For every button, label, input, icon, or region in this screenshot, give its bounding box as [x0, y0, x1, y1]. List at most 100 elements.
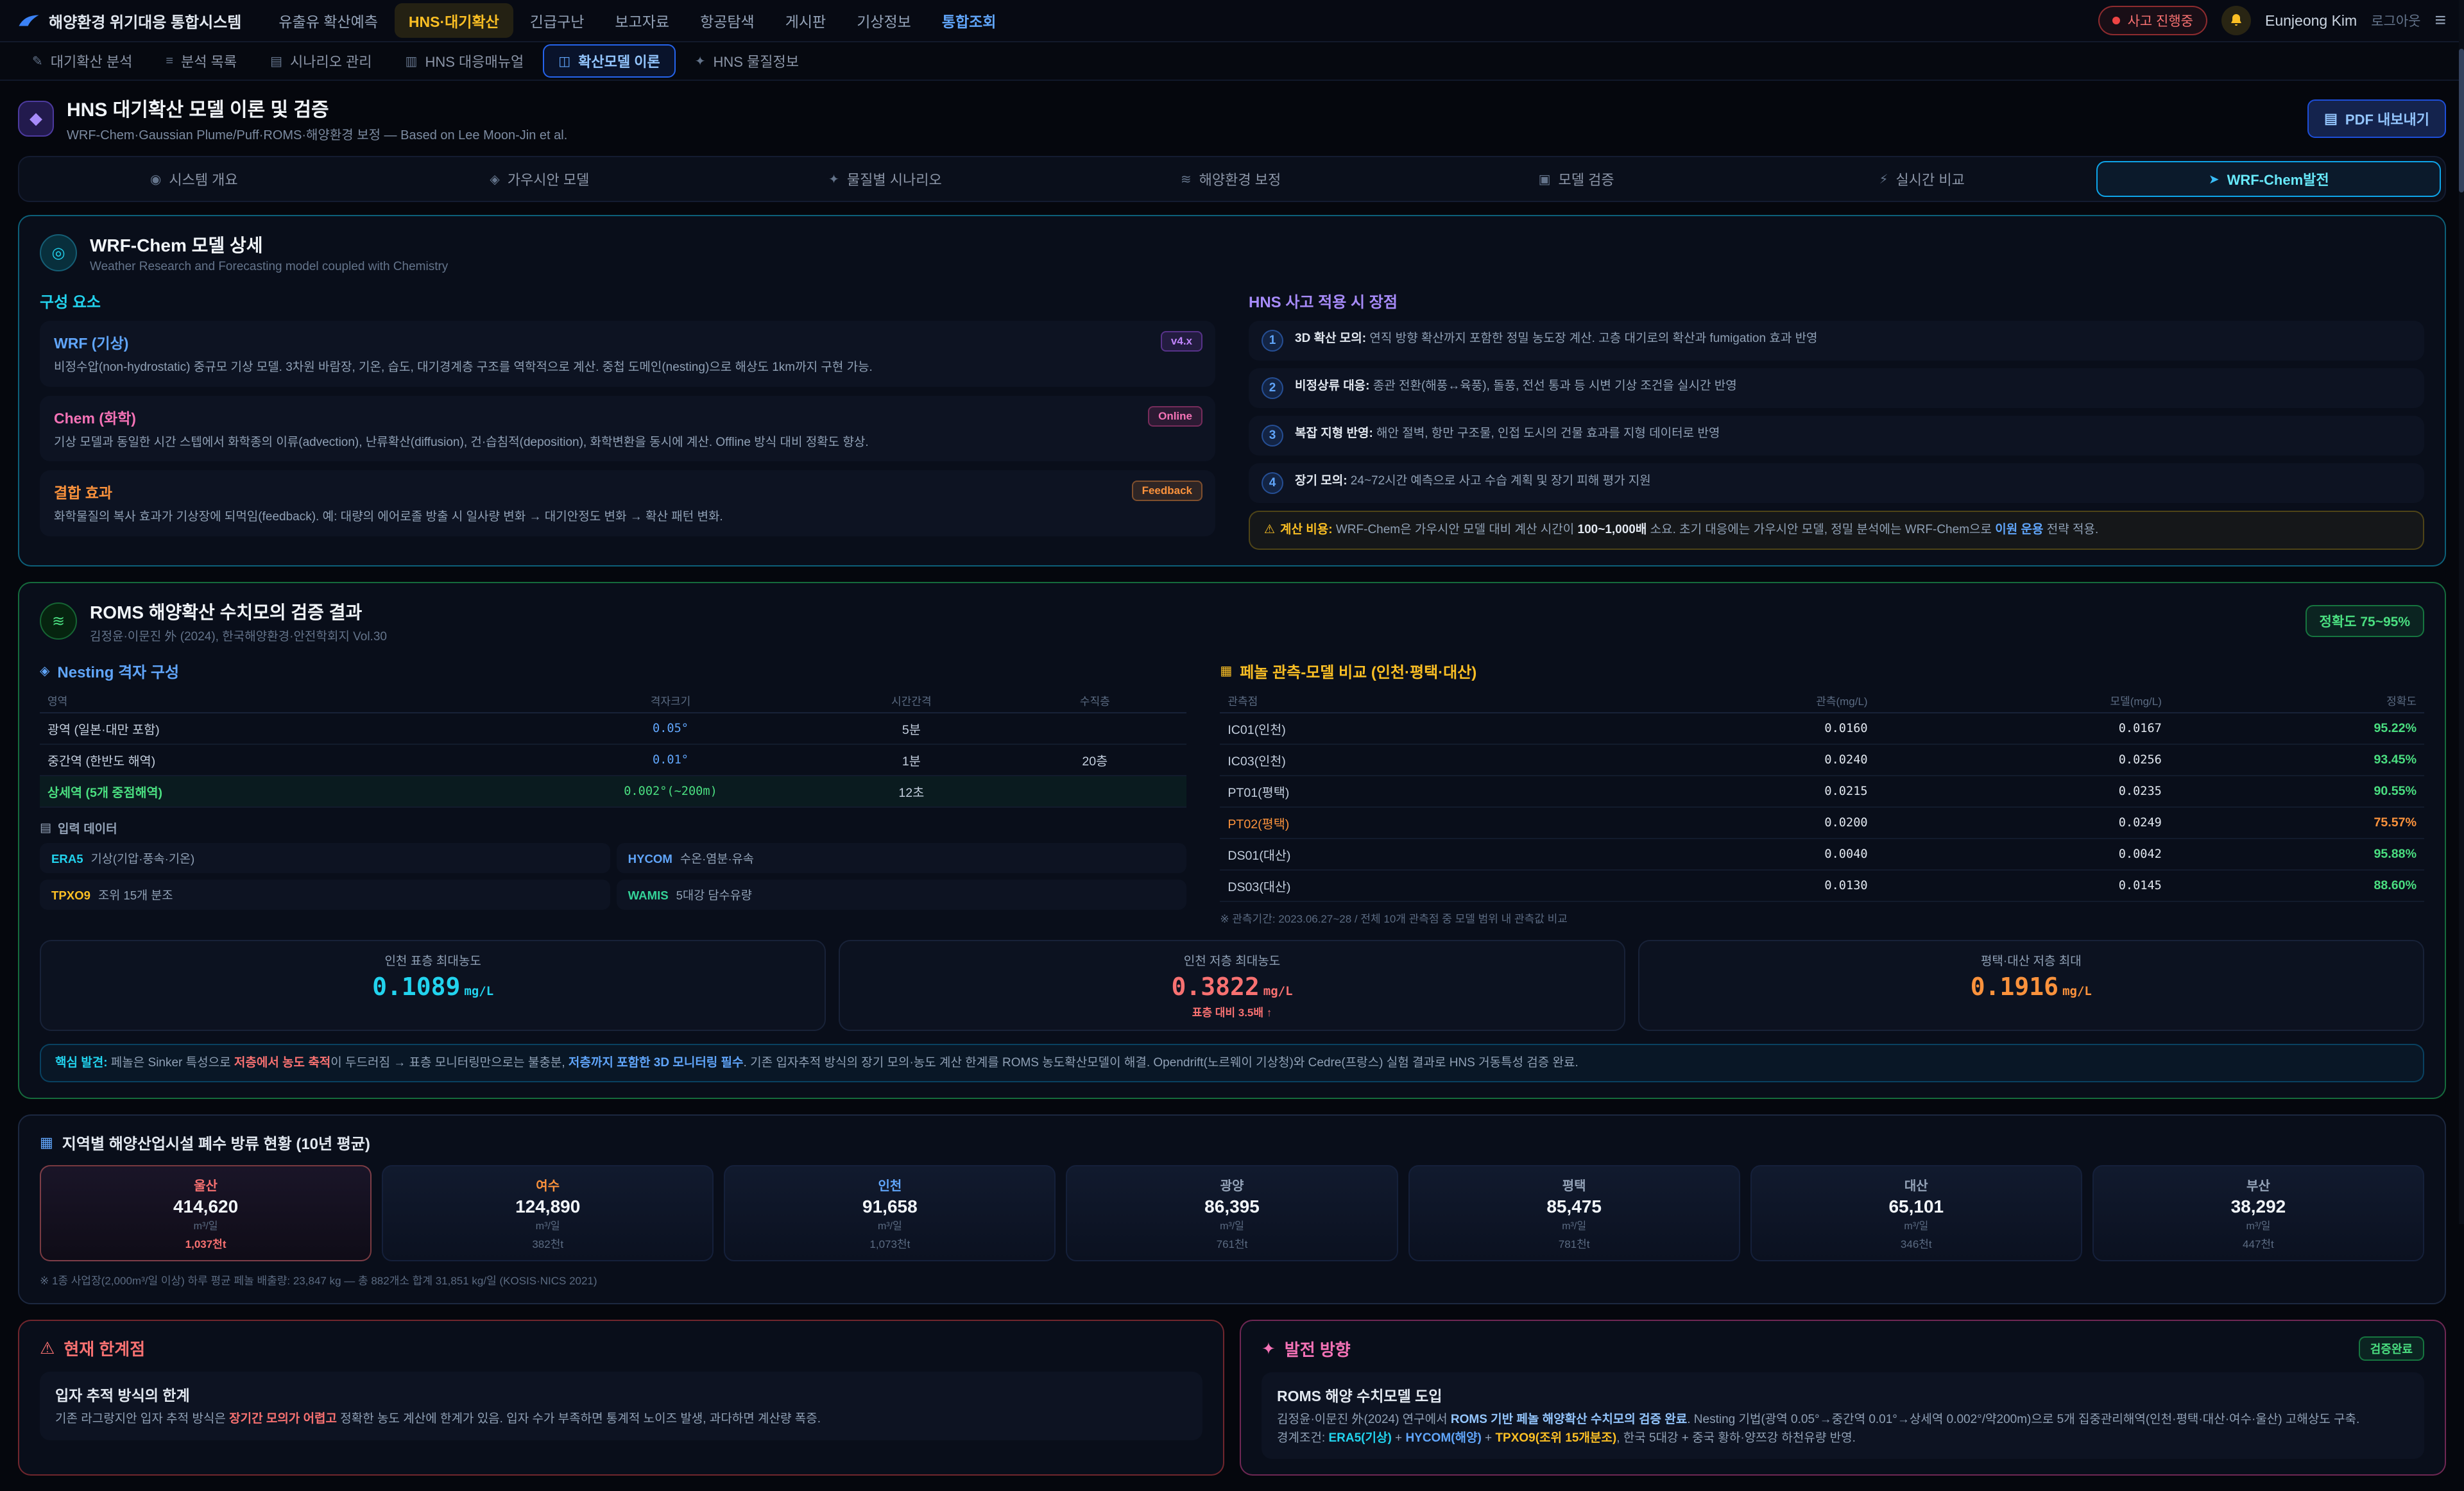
city-label: 부산	[2101, 1175, 2415, 1194]
subnav-analysis-list[interactable]: ≡분석 목록	[151, 46, 251, 76]
input-data-heading: ▤입력 데이터	[40, 819, 1186, 837]
discharge-value: 85,475	[1417, 1197, 1731, 1217]
subnav-dispersion-analysis[interactable]: ✎대기확산 분석	[18, 46, 146, 76]
input-desc: 기상(기압·풍속·기온)	[91, 852, 195, 865]
subnav-hns-substance-info[interactable]: ✦HNS 물질정보	[681, 46, 813, 76]
tab-label: 해양환경 보정	[1199, 169, 1281, 189]
discharge-tonnage: 781천t	[1417, 1235, 1731, 1251]
advantage-title: 장기 모의:	[1295, 474, 1348, 488]
hycom-label: HYCOM	[628, 852, 672, 865]
notifications-button[interactable]	[2221, 6, 2251, 35]
future-heading: ✦ 발전 방향 검증완료	[1262, 1336, 2424, 1361]
page-header: ◆ HNS 대기확산 모델 이론 및 검증 WRF-Chem·Gaussian …	[0, 81, 2464, 151]
column-header: 관측점	[1220, 688, 1581, 713]
stat-annotation: 표층 대비 3.5배 ↑	[853, 1003, 1611, 1019]
station-cell: PT02(평택)	[1220, 807, 1581, 839]
hamburger-menu-icon[interactable]: ≡	[2434, 11, 2446, 30]
database-icon: ▤	[40, 821, 51, 835]
advantage-body: 연직 방향 확산까지 포함한 정밀 농도장 계산. 고층 대기로의 확산과 fu…	[1366, 332, 1817, 345]
table-row: IC01(인천)0.01600.016795.22%	[1220, 713, 2424, 744]
nav-aerial-search[interactable]: 항공탐색	[686, 3, 769, 38]
discharge-tonnage: 761천t	[1075, 1235, 1389, 1251]
interval-cell: 1분	[819, 744, 1003, 776]
discharge-unit: m³/일	[2101, 1217, 2415, 1232]
finding-label: 핵심 발견:	[55, 1056, 108, 1069]
pdf-export-button[interactable]: ▤ PDF 내보내기	[2307, 99, 2446, 138]
scrollbar-thumb[interactable]	[2459, 49, 2464, 192]
section-tabs: ◉시스템 개요 ◈가우시안 모델 ✦물질별 시나리오 ≋ 해양환경 보정 ▣모델 …	[18, 156, 2446, 202]
tab-model-validation[interactable]: ▣모델 검증	[1405, 161, 1747, 197]
logout-button[interactable]: 로그아웃	[2371, 11, 2420, 30]
discharge-card-yeosu: 여수 124,890 m³/일 382천t	[382, 1165, 714, 1261]
app-logo[interactable]: 해양환경 위기대응 통합시스템	[18, 10, 241, 32]
finding-text: . 기존 입자추적 방식의 장기 모의·농도 계산 한계를 ROMS 농도확산모…	[744, 1056, 1579, 1069]
layers-cell: 20층	[1003, 744, 1186, 776]
stat-unit: mg/L	[1263, 984, 1293, 998]
future-text: 김정윤·이문진 外(2024) 연구에서	[1277, 1413, 1451, 1426]
tab-gaussian-model[interactable]: ◈가우시안 모델	[369, 161, 711, 197]
ocean-model-icon: ≋	[40, 602, 77, 640]
warning-emphasis: 100~1,000배	[1578, 523, 1647, 536]
wave-icon: ≋	[1181, 171, 1192, 187]
nav-weather-info[interactable]: 기상정보	[843, 3, 925, 38]
discharge-value: 124,890	[391, 1197, 705, 1217]
future-text: +	[1392, 1431, 1406, 1445]
nesting-title: Nesting 격자 구성	[57, 660, 179, 682]
model-cell: 0.0042	[1876, 839, 2169, 870]
nesting-heading: ◈Nesting 격자 구성	[40, 660, 1186, 682]
table-row-highlighted: 상세역 (5개 중점해역) 0.002°(~200m) 12초	[40, 776, 1186, 807]
input-wamis: WAMIS5대강 담수유량	[617, 880, 1187, 910]
incident-status-badge[interactable]: 사고 진행중	[2098, 6, 2207, 35]
future-direction-card: ✦ 발전 방향 검증완료 ROMS 해양 수치모델 도입 김정윤·이문진 外(2…	[1240, 1320, 2446, 1476]
subnav-label: HNS 물질정보	[713, 51, 799, 71]
nav-oil-spill-forecast[interactable]: 유출유 확산예측	[264, 3, 392, 38]
discharge-card-pyeongtaek: 평택 85,475 m³/일 781천t	[1408, 1165, 1740, 1261]
step-number: 3	[1262, 425, 1283, 447]
finding-emphasis-blue: 저층까지 포함한 3D 모니터링 필수	[569, 1056, 744, 1069]
city-label: 인천	[733, 1175, 1047, 1194]
nav-integrated-search[interactable]: 통합조회	[928, 3, 1011, 38]
pin-icon: ✦	[1262, 1339, 1276, 1359]
nav-reports[interactable]: 보고자료	[601, 3, 683, 38]
key-finding-note: 핵심 발견: 페놀은 Sinker 특성으로 저층에서 농도 축적이 두드러짐 …	[40, 1044, 2424, 1083]
model-icon: ◫	[558, 53, 570, 69]
nav-board[interactable]: 게시판	[771, 3, 840, 38]
subnav-scenario-management[interactable]: ▤시나리오 관리	[256, 46, 386, 76]
limitations-title: 현재 한계점	[64, 1336, 145, 1360]
tab-substance-scenarios[interactable]: ✦물질별 시나리오	[714, 161, 1056, 197]
component-name: 결합 효과	[54, 484, 112, 501]
station-cell: DS03(대산)	[1220, 870, 1581, 901]
stat-number: 0.1916	[1971, 973, 2058, 1001]
wrf-columns: 구성 요소 WRF (기상) v4.x 비정수압(non-hydrostatic…	[40, 284, 2424, 550]
discharge-card-ulsan: 울산 414,620 m³/일 1,037천t	[40, 1165, 372, 1261]
subnav-hns-manual[interactable]: ▥HNS 대응매뉴얼	[391, 46, 538, 76]
grid-size-cell: 0.002°(~200m)	[522, 776, 820, 807]
tab-wrf-chem-advanced[interactable]: ➤WRF-Chem발전	[2096, 161, 2441, 197]
discharge-unit: m³/일	[1075, 1217, 1389, 1232]
tab-realtime-comparison[interactable]: ⚡실시간 비교	[1751, 161, 2093, 197]
grid-size-cell: 0.01°	[522, 744, 820, 776]
nav-hns-atmospheric[interactable]: HNS·대기확산	[395, 3, 513, 38]
column-header: 수직층	[1003, 688, 1186, 713]
vertical-scrollbar[interactable]	[2459, 0, 2464, 1224]
subnav-model-theory[interactable]: ◫확산모델 이론	[543, 44, 675, 78]
city-label: 광양	[1075, 1175, 1389, 1194]
rocket-icon: ➤	[2209, 171, 2220, 187]
city-label: 대산	[1759, 1175, 2073, 1194]
advantage-body: 24~72시간 예측으로 사고 수습 계획 및 장기 피해 평가 지원	[1348, 474, 1651, 488]
region-cell: 중간역 (한반도 해역)	[40, 744, 522, 776]
advantage-item: 1 3D 확산 모의: 연직 방향 확산까지 포함한 정밀 농도장 계산. 고층…	[1249, 321, 2424, 361]
subnav-label: 대기확산 분석	[51, 51, 133, 71]
overview-icon: ◉	[150, 171, 161, 187]
wrf-chem-detail-card: ◎ WRF-Chem 모델 상세 Weather Research and Fo…	[18, 215, 2446, 567]
advantage-text: 3D 확산 모의: 연직 방향 확산까지 포함한 정밀 농도장 계산. 고층 대…	[1295, 330, 1818, 352]
tab-system-overview[interactable]: ◉시스템 개요	[23, 161, 365, 197]
advantage-text: 비정상류 대응: 종관 전환(해풍↔육풍), 돌풍, 전선 통과 등 시변 기상…	[1295, 377, 1737, 399]
stat-number: 0.3822	[1171, 973, 1259, 1001]
model-cell: 0.0167	[1876, 713, 2169, 744]
discharge-tonnage: 447천t	[2101, 1235, 2415, 1251]
nav-emergency-rescue[interactable]: 긴급구난	[516, 3, 599, 38]
future-item-title: ROMS 해양 수치모델 도입	[1277, 1384, 2409, 1406]
tab-marine-correction[interactable]: ≋ 해양환경 보정	[1060, 161, 1402, 197]
tab-label: 실시간 비교	[1896, 169, 1965, 189]
